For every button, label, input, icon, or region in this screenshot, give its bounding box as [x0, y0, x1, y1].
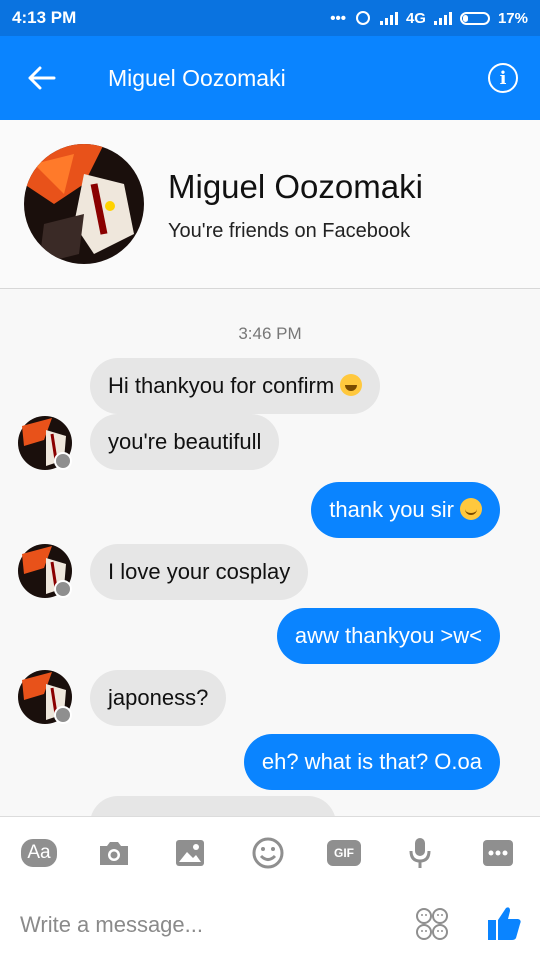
network-type: 4G — [405, 9, 426, 27]
app-bar: Miguel Oozomaki i — [0, 36, 540, 120]
sender-avatar[interactable] — [18, 544, 72, 598]
incoming-message[interactable]: I love your cosplay — [90, 544, 309, 600]
friend-status: You're friends on Facebook — [168, 220, 411, 242]
sender-avatar[interactable] — [18, 416, 72, 470]
camera-button[interactable] — [94, 835, 134, 871]
profile-avatar[interactable] — [24, 144, 144, 264]
sync-icon — [355, 11, 370, 25]
grin-emoji-icon — [340, 374, 363, 396]
message-text: I love your cosplay — [108, 559, 291, 584]
message-text: you're beautifull — [108, 429, 262, 454]
more-icon — [483, 840, 513, 866]
stickers-icon — [416, 908, 448, 940]
outgoing-message[interactable]: thank you sir — [311, 482, 500, 538]
status-icons: ••• 4G 17% — [330, 9, 528, 27]
like-button[interactable] — [486, 904, 522, 942]
thumbs-up-icon — [488, 907, 521, 940]
outgoing-message[interactable]: aww thankyou >w< — [276, 608, 500, 664]
gallery-icon — [176, 840, 204, 866]
incoming-message[interactable]: you're beautifull — [90, 414, 280, 470]
info-button[interactable]: i — [488, 63, 518, 93]
battery-icon — [459, 11, 490, 25]
status-bar: 4:13 PM ••• 4G 17% — [0, 0, 540, 36]
back-button[interactable] — [0, 36, 84, 120]
signal-icon — [379, 11, 398, 25]
sender-avatar[interactable] — [18, 670, 72, 724]
message-text: japoness? — [108, 685, 209, 710]
voice-button[interactable] — [400, 835, 440, 871]
emoji-icon — [252, 837, 284, 869]
stickers-button[interactable] — [414, 906, 450, 942]
info-icon: i — [499, 67, 507, 89]
incoming-message-partial[interactable] — [90, 796, 336, 816]
signal-icon-2 — [433, 11, 452, 25]
message-input[interactable] — [18, 906, 362, 944]
message-timestamp: 3:46 PM — [238, 324, 302, 343]
message-list[interactable]: 3:46 PM Hi thankyou for confirm you're b… — [0, 288, 540, 816]
smile-emoji-icon — [460, 498, 482, 520]
status-time: 4:13 PM — [12, 8, 77, 27]
battery-level: 17% — [497, 9, 528, 27]
message-text: thank you sir — [329, 497, 454, 522]
gif-icon: GIF — [327, 840, 361, 866]
message-text: Hi thankyou for confirm — [108, 373, 335, 398]
outgoing-message[interactable]: eh? what is that? O.oa — [243, 734, 500, 790]
emoji-button[interactable] — [248, 835, 288, 871]
incoming-message[interactable]: japoness? — [90, 670, 227, 726]
mic-icon — [409, 838, 431, 868]
gallery-button[interactable] — [170, 835, 210, 871]
text-style-icon: Aa — [21, 839, 57, 867]
gif-button[interactable]: GIF — [324, 835, 364, 871]
more-button[interactable] — [478, 835, 518, 871]
conversation-title: Miguel Oozomaki — [108, 64, 286, 91]
message-text: aww thankyou >w< — [294, 623, 482, 648]
back-arrow-icon — [28, 66, 56, 90]
composer-toolbar: Aa GIF — [0, 816, 540, 889]
camera-icon — [100, 842, 128, 865]
profile-name: Miguel Oozomaki — [168, 168, 423, 205]
message-text: eh? what is that? O.oa — [261, 749, 482, 774]
incoming-message[interactable]: Hi thankyou for confirm — [90, 358, 381, 414]
text-style-button[interactable]: Aa — [18, 835, 60, 871]
profile-header: Miguel Oozomaki You're friends on Facebo… — [0, 120, 540, 289]
more-dots-icon: ••• — [330, 9, 346, 27]
composer — [0, 888, 540, 960]
